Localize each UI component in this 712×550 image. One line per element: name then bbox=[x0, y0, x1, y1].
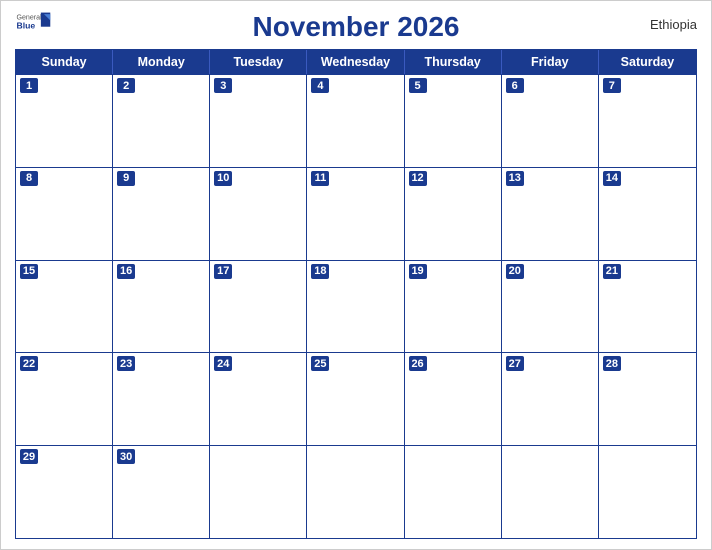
week-row-4: 22 23 24 25 26 27 28 bbox=[16, 352, 696, 445]
date-number: 8 bbox=[20, 171, 38, 186]
day-cell: 24 bbox=[210, 353, 307, 445]
day-cell: 27 bbox=[502, 353, 599, 445]
day-header-saturday: Saturday bbox=[599, 50, 696, 74]
date-number: 12 bbox=[409, 171, 427, 186]
date-number: 15 bbox=[20, 264, 38, 279]
date-number: 6 bbox=[506, 78, 524, 93]
day-cell: 17 bbox=[210, 261, 307, 353]
logo-icon: General Blue bbox=[15, 11, 51, 33]
day-cell: 2 bbox=[113, 75, 210, 167]
day-cell bbox=[502, 446, 599, 538]
day-cell: 25 bbox=[307, 353, 404, 445]
calendar-grid: SundayMondayTuesdayWednesdayThursdayFrid… bbox=[15, 49, 697, 539]
day-cell: 9 bbox=[113, 168, 210, 260]
day-cell: 10 bbox=[210, 168, 307, 260]
day-cell: 12 bbox=[405, 168, 502, 260]
date-number: 9 bbox=[117, 171, 135, 186]
day-cell: 18 bbox=[307, 261, 404, 353]
date-number: 22 bbox=[20, 356, 38, 371]
day-cell: 30 bbox=[113, 446, 210, 538]
calendar-container: General Blue November 2026 Ethiopia Sund… bbox=[0, 0, 712, 550]
svg-text:Blue: Blue bbox=[17, 20, 36, 30]
date-number: 18 bbox=[311, 264, 329, 279]
day-cell: 7 bbox=[599, 75, 696, 167]
date-number: 30 bbox=[117, 449, 135, 464]
date-number: 14 bbox=[603, 171, 621, 186]
day-cell: 1 bbox=[16, 75, 113, 167]
date-number: 5 bbox=[409, 78, 427, 93]
date-number: 7 bbox=[603, 78, 621, 93]
day-header-friday: Friday bbox=[502, 50, 599, 74]
date-number: 20 bbox=[506, 264, 524, 279]
calendar-header: General Blue November 2026 Ethiopia bbox=[15, 11, 697, 43]
date-number: 28 bbox=[603, 356, 621, 371]
date-number: 4 bbox=[311, 78, 329, 93]
day-cell: 3 bbox=[210, 75, 307, 167]
day-cell bbox=[405, 446, 502, 538]
date-number: 21 bbox=[603, 264, 621, 279]
day-cell: 23 bbox=[113, 353, 210, 445]
day-headers: SundayMondayTuesdayWednesdayThursdayFrid… bbox=[16, 50, 696, 74]
day-cell: 15 bbox=[16, 261, 113, 353]
day-cell: 28 bbox=[599, 353, 696, 445]
date-number: 2 bbox=[117, 78, 135, 93]
day-cell: 22 bbox=[16, 353, 113, 445]
date-number: 19 bbox=[409, 264, 427, 279]
day-cell: 5 bbox=[405, 75, 502, 167]
date-number: 10 bbox=[214, 171, 232, 186]
day-cell: 13 bbox=[502, 168, 599, 260]
date-number: 16 bbox=[117, 264, 135, 279]
date-number: 24 bbox=[214, 356, 232, 371]
day-cell: 16 bbox=[113, 261, 210, 353]
date-number: 17 bbox=[214, 264, 232, 279]
week-row-5: 29 30 bbox=[16, 445, 696, 538]
date-number: 25 bbox=[311, 356, 329, 371]
day-header-tuesday: Tuesday bbox=[210, 50, 307, 74]
week-row-1: 1 2 3 4 5 6 7 bbox=[16, 74, 696, 167]
date-number: 27 bbox=[506, 356, 524, 371]
day-cell: 26 bbox=[405, 353, 502, 445]
date-number: 13 bbox=[506, 171, 524, 186]
day-cell: 29 bbox=[16, 446, 113, 538]
country-label: Ethiopia bbox=[650, 17, 697, 32]
day-cell: 8 bbox=[16, 168, 113, 260]
day-cell: 14 bbox=[599, 168, 696, 260]
date-number: 26 bbox=[409, 356, 427, 371]
date-number: 23 bbox=[117, 356, 135, 371]
day-cell: 20 bbox=[502, 261, 599, 353]
day-cell bbox=[307, 446, 404, 538]
day-cell: 21 bbox=[599, 261, 696, 353]
date-number: 11 bbox=[311, 171, 329, 186]
day-cell: 11 bbox=[307, 168, 404, 260]
date-number: 1 bbox=[20, 78, 38, 93]
day-header-thursday: Thursday bbox=[405, 50, 502, 74]
calendar-title: November 2026 bbox=[252, 11, 459, 43]
day-header-wednesday: Wednesday bbox=[307, 50, 404, 74]
logo-area: General Blue bbox=[15, 11, 51, 33]
week-row-3: 15 16 17 18 19 20 21 bbox=[16, 260, 696, 353]
day-header-monday: Monday bbox=[113, 50, 210, 74]
date-number: 3 bbox=[214, 78, 232, 93]
day-cell: 6 bbox=[502, 75, 599, 167]
date-number: 29 bbox=[20, 449, 38, 464]
day-cell bbox=[210, 446, 307, 538]
day-cell: 4 bbox=[307, 75, 404, 167]
day-cell: 19 bbox=[405, 261, 502, 353]
day-header-sunday: Sunday bbox=[16, 50, 113, 74]
day-cell bbox=[599, 446, 696, 538]
week-row-2: 8 9 10 11 12 13 14 bbox=[16, 167, 696, 260]
calendar-weeks: 1234567891011121314151617181920212223242… bbox=[16, 74, 696, 538]
